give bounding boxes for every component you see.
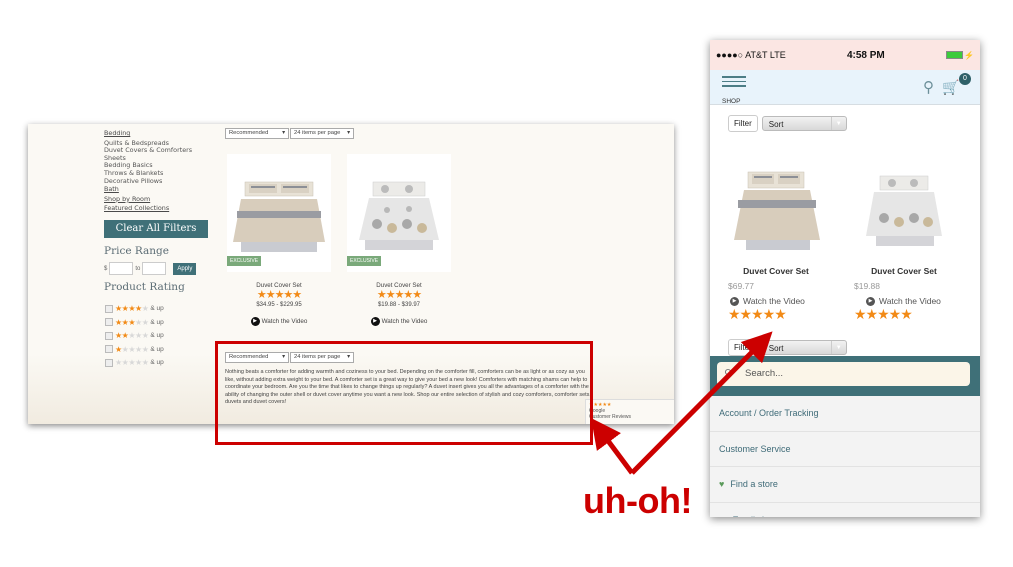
arrow-to-desktop — [591, 417, 635, 475]
arrow-to-mobile — [630, 331, 773, 475]
annotation-arrows — [591, 331, 773, 475]
annotation-label: uh-oh! — [583, 480, 692, 521]
